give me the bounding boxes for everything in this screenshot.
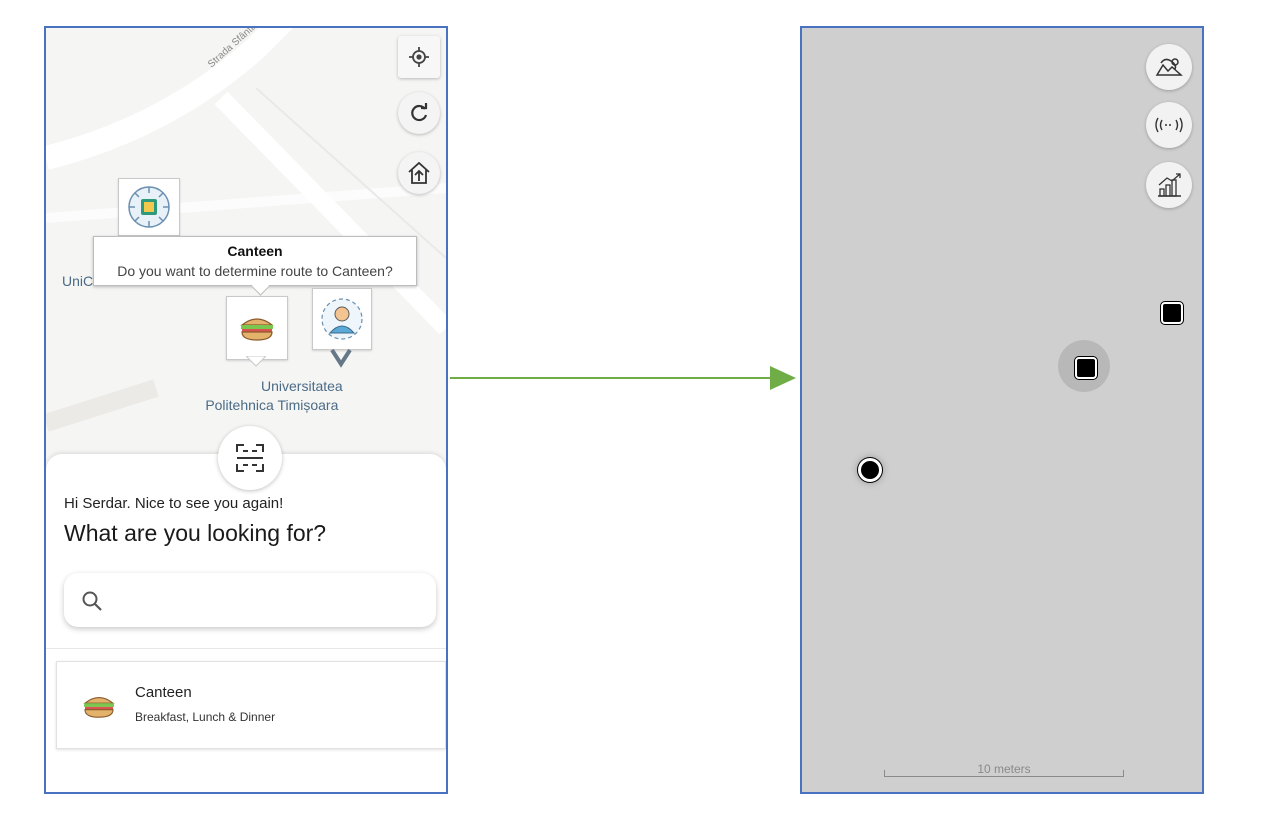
- indoor-map-canvas[interactable]: [802, 28, 1202, 792]
- person-icon: [321, 298, 363, 340]
- user-location-dot: [858, 458, 882, 482]
- greeting-text: Hi Serdar. Nice to see you again!: [64, 495, 284, 512]
- route-callout[interactable]: Canteen Do you want to determine route t…: [93, 236, 417, 296]
- callout-question: Do you want to determine route to Cantee…: [117, 263, 393, 279]
- home-icon: [408, 161, 430, 184]
- search-input[interactable]: [64, 573, 436, 627]
- result-subtitle: Breakfast, Lunch & Dinner: [135, 710, 276, 724]
- staff-marker[interactable]: [312, 288, 372, 350]
- beacon-signal-button[interactable]: [1146, 102, 1192, 148]
- ai-lab-marker[interactable]: [118, 178, 180, 236]
- staff-marker-pointer: [330, 348, 352, 368]
- canteen-marker[interactable]: [226, 296, 288, 360]
- ai-chip-icon: [128, 186, 170, 228]
- sandwich-icon: [240, 318, 274, 341]
- left-phone-screen: Strada Sfântul Ioan UniCredit Canteen Do…: [44, 26, 448, 794]
- list-item[interactable]: Canteen Breakfast, Lunch & Dinner: [56, 661, 446, 749]
- callout-title: Canteen: [227, 243, 283, 259]
- map-icon: [1155, 58, 1183, 76]
- campus-label-line2: Politehnica Timișoara: [205, 397, 339, 413]
- result-title: Canteen: [135, 684, 192, 701]
- refresh-icon: [411, 103, 428, 122]
- stats-button[interactable]: [1146, 162, 1192, 208]
- beacon-marker[interactable]: [1161, 302, 1183, 324]
- chart-icon: [1158, 173, 1181, 197]
- sandwich-icon: [83, 697, 115, 718]
- canteen-marker-pointer: [246, 356, 266, 367]
- locate-me-button[interactable]: [398, 36, 440, 78]
- campus-label-line1: Universitatea: [261, 378, 343, 394]
- refresh-button[interactable]: [398, 92, 440, 134]
- search-headline: What are you looking for?: [64, 520, 327, 546]
- campus-map[interactable]: Strada Sfântul Ioan UniCredit Canteen Do…: [46, 28, 446, 468]
- qr-scan-icon: [236, 444, 264, 472]
- right-phone-screen: 10 meters: [800, 26, 1204, 794]
- crosshair-icon: [409, 47, 429, 67]
- section-divider: [46, 648, 446, 649]
- scale-bar: [884, 770, 1124, 777]
- beacon-marker-active[interactable]: [1075, 357, 1097, 379]
- map-layer-button[interactable]: [1146, 44, 1192, 90]
- home-button[interactable]: [398, 152, 440, 194]
- scan-button[interactable]: [218, 426, 282, 490]
- signal-waves-icon: [1155, 117, 1183, 133]
- transition-arrow: [450, 366, 796, 390]
- search-icon: [82, 591, 102, 611]
- campus-label: Universitatea Politehnica Timișoara: [201, 377, 343, 415]
